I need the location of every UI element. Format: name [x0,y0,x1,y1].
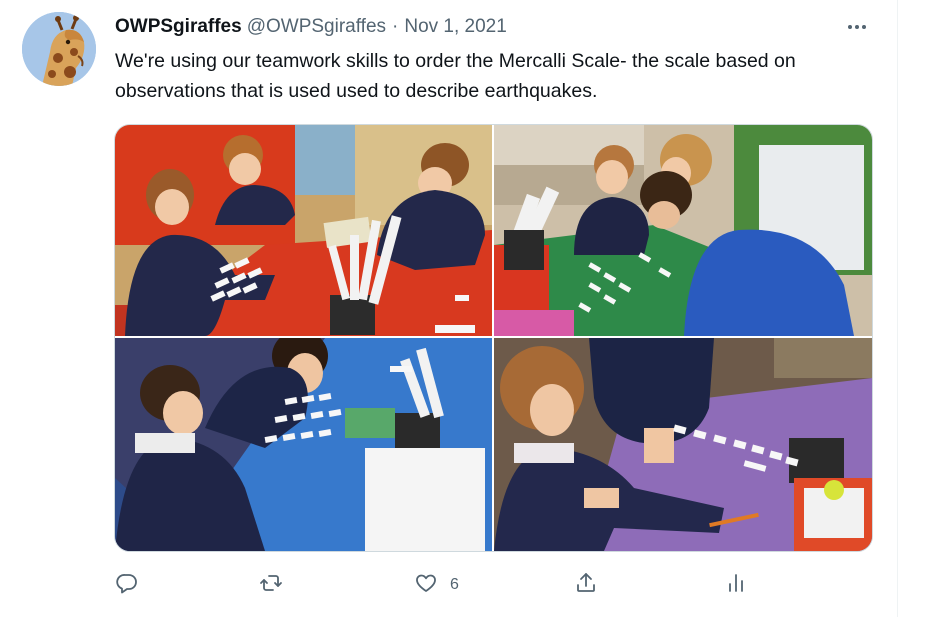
reply-icon [115,571,139,600]
photo-green-table[interactable] [494,125,872,336]
timeline-border [897,0,898,617]
avatar[interactable] [22,12,96,86]
analytics-button[interactable] [724,565,760,605]
separator-dot: · [392,16,399,37]
display-name[interactable]: OWPSgiraffes [115,16,242,38]
like-count: 6 [450,576,459,593]
more-options-button[interactable] [840,14,874,40]
analytics-icon [724,571,748,600]
like-button[interactable]: 6 [414,565,459,605]
reply-button[interactable] [115,565,151,605]
tweet-text: We're using our teamwork skills to order… [115,50,796,102]
photo-blue-table[interactable] [115,338,492,551]
photo-red-table[interactable] [115,125,492,336]
user-handle[interactable]: @OWPSgiraffes [247,16,386,38]
tweet-date[interactable]: Nov 1, 2021 [404,16,506,38]
media-grid [114,124,873,552]
retweet-button[interactable] [259,565,295,605]
share-button[interactable] [574,565,610,605]
giraffe-avatar-icon [22,12,96,86]
tweet-actions: 6 [104,565,764,605]
photo-purple-table[interactable] [494,338,872,551]
retweet-icon [259,571,283,600]
share-icon [574,571,598,600]
tweet-header: OWPSgiraffes @OWPSgiraffes · Nov 1, 2021 [115,14,507,40]
more-horizontal-icon [848,25,866,29]
like-icon [414,571,438,600]
